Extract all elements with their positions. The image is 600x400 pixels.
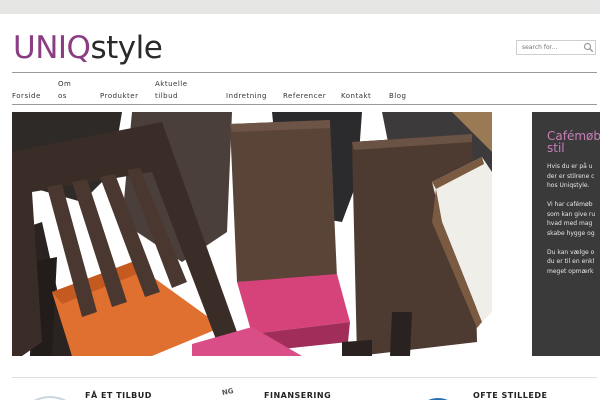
page: UNIQstyle Forside Om os Produkter Aktuel… [0, 14, 600, 400]
side-text-line: meget opmærk [547, 267, 594, 275]
nav-divider-top [12, 72, 597, 73]
nav-indretning[interactable]: Indretning [226, 90, 267, 102]
nav-blog[interactable]: Blog [389, 90, 406, 102]
side-panel-title: Cafémøbl stil [547, 130, 600, 154]
finance-icon: NG [221, 386, 235, 398]
bottom-divider [12, 377, 597, 378]
side-text-line: der er stilrene c [547, 172, 595, 180]
nav-produkter[interactable]: Produkter [100, 90, 138, 102]
bottom-finance-title[interactable]: FINANSERING [264, 391, 331, 400]
side-text-line: du er til en enkl [547, 258, 595, 265]
logo-style: style [90, 30, 163, 66]
nav-tilbud-line2[interactable]: tilbud [155, 90, 178, 102]
logo[interactable]: UNIQstyle [13, 30, 163, 66]
side-title-line2: stil [547, 141, 565, 155]
nav-referencer[interactable]: Referencer [283, 90, 326, 102]
logo-uniq: UNIQ [13, 30, 91, 66]
faq-icon [428, 398, 448, 400]
wood-back-shape [230, 120, 337, 282]
side-text-line: skabe hygge og [547, 229, 595, 237]
offer-icon [33, 396, 67, 400]
nav-om-line2[interactable]: os [58, 90, 67, 102]
chair-leg-shape [390, 312, 412, 356]
chair-leg-shape [342, 340, 372, 356]
search-icon[interactable] [583, 42, 594, 53]
nav-tilbud-line1[interactable]: Aktuelle [155, 78, 188, 90]
hero-image[interactable] [12, 112, 492, 356]
nav-divider-bottom [12, 104, 597, 105]
side-text-line: Du kan vælge o [547, 248, 595, 256]
side-text-line: Vi har cafémøb [547, 201, 593, 208]
bottom-faq-title[interactable]: OFTE STILLEDE [473, 391, 547, 400]
side-panel: Cafémøbl stil Hvis du er på u der er sti… [532, 112, 600, 356]
side-panel-text: Hvis du er på u der er stilrene c hos Un… [547, 162, 600, 276]
side-text-line: hos Uniqstyle. [547, 182, 590, 189]
nav-forside[interactable]: Forside [12, 90, 41, 102]
side-text-line: Hvis du er på u [547, 163, 593, 170]
chairs-illustration [12, 112, 492, 356]
side-text-line: som kan give ru [547, 210, 596, 218]
bottom-offer-title[interactable]: FÅ ET TILBUD [85, 391, 152, 400]
side-text-line: hvad med mag [547, 220, 593, 227]
nav-om-line1[interactable]: Om [58, 78, 71, 90]
nav-kontakt[interactable]: Kontakt [341, 90, 371, 102]
